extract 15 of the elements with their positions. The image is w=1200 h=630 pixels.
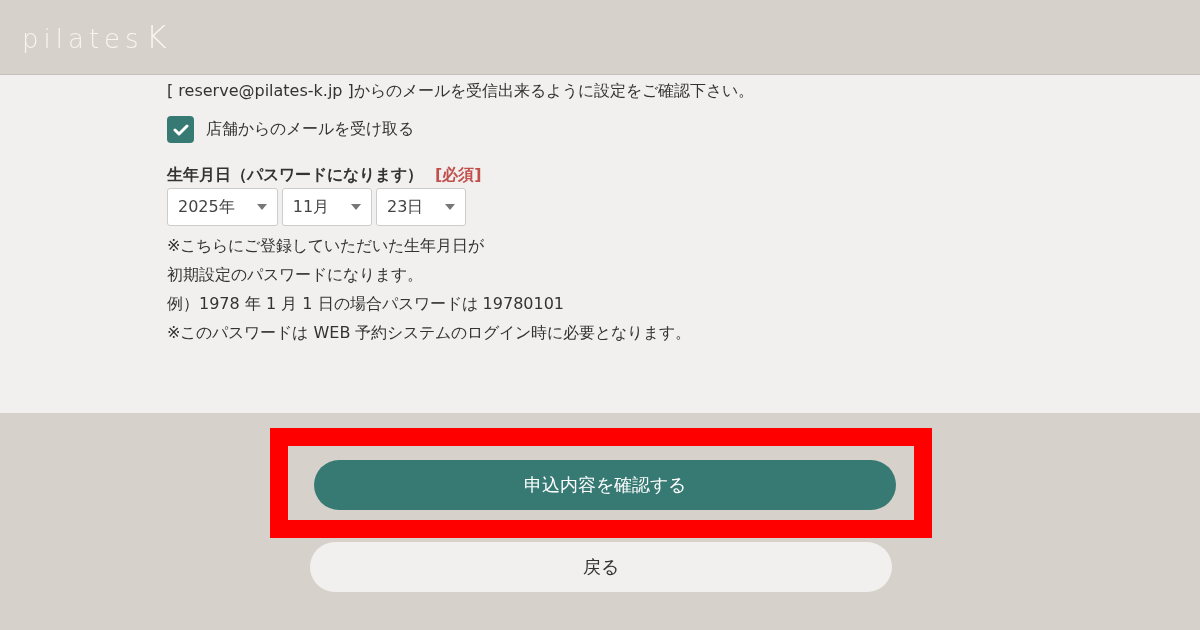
confirm-button[interactable]: 申込内容を確認する [314,460,896,510]
help-text: ※このパスワードは WEB 予約システムのログイン時に必要となります。 [167,322,693,344]
field-label: 生年月日（パスワードになります） [167,165,423,186]
mail-notice: [ reserve@pilates-k.jp ]からのメールを受信出来るように設定をご確認下さい。 [167,80,755,102]
checkbox-label[interactable]: 店舗からのメールを受け取る [206,119,414,140]
check-icon [172,122,189,137]
help-text: 例）1978 年 1 月 1 日の場合パスワードは 19780101 [167,293,566,315]
date-select[interactable]: 23日 [376,188,467,226]
date-select[interactable]: 11月 [281,188,373,226]
back-button[interactable]: 戻る [310,542,892,592]
help-text: 初期設定のパスワードになります。 [167,264,424,286]
date-select[interactable]: 2025年 [167,188,278,226]
required-label: [必須] [435,165,482,186]
checkbox[interactable] [167,116,194,143]
help-text: ※こちらにご登録していただいた生年月日が [167,235,486,257]
